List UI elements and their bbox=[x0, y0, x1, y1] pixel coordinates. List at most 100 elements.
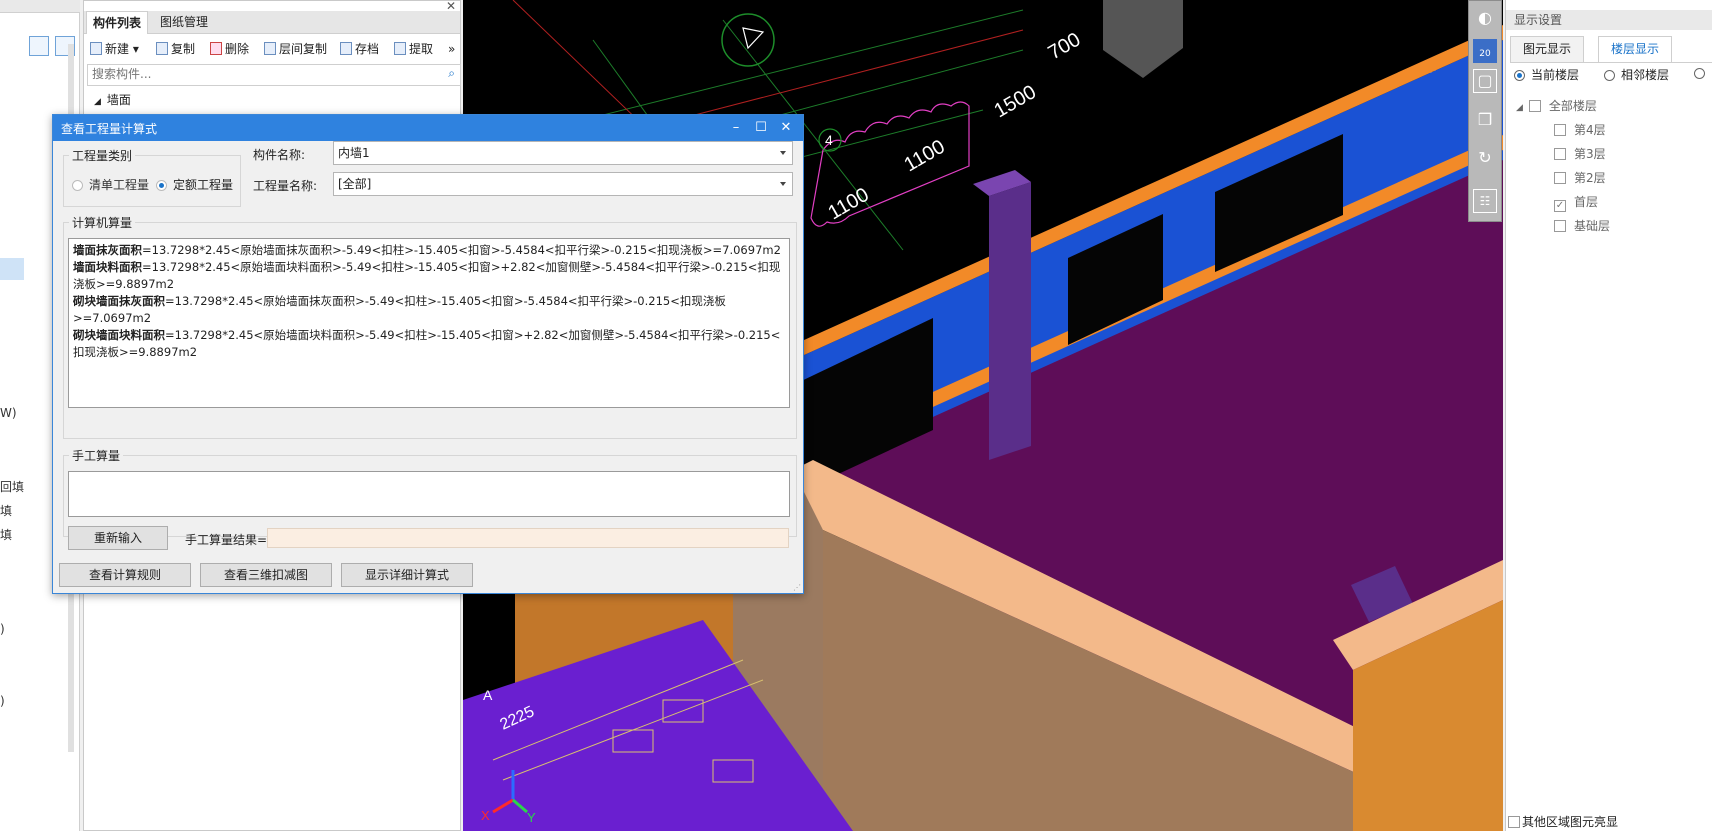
formula-expression: =13.7298*2.45<原始墙面抹灰面积>-5.49<扣柱>-15.405<… bbox=[142, 243, 781, 257]
radio-indicator bbox=[72, 180, 83, 191]
delete-label: 删除 bbox=[225, 42, 250, 56]
zoom-level-label: 20 bbox=[1479, 49, 1491, 59]
component-name-value: 内墙1 bbox=[338, 146, 370, 160]
floor-3[interactable]: 第3层 bbox=[1554, 145, 1606, 162]
zoom-level-button[interactable]: 20 bbox=[1473, 39, 1497, 63]
left-panel-header bbox=[0, 0, 80, 13]
maximize-icon[interactable]: ☐ bbox=[750, 118, 772, 138]
truncated-text: 回填 bbox=[0, 480, 25, 494]
list-view-icon[interactable] bbox=[29, 36, 49, 56]
axis-label-a: A bbox=[483, 687, 493, 703]
truncated-text: ) bbox=[0, 694, 5, 708]
dialog-titlebar[interactable]: 查看工程量计算式 – ☐ ✕ bbox=[53, 115, 803, 141]
formula-line: 墙面块料面积=13.7298*2.45<原始墙面块料面积>-5.49<扣柱>-1… bbox=[73, 259, 785, 293]
quantity-name-value: [全部] bbox=[338, 177, 372, 191]
component-name-select[interactable]: 内墙1 bbox=[333, 141, 793, 165]
radio-indicator bbox=[1604, 70, 1615, 81]
tab-drawing-management[interactable]: 图纸管理 bbox=[154, 11, 214, 33]
view-3d-deduction-button[interactable]: 查看三维扣减图 bbox=[200, 563, 332, 587]
orbit-icon[interactable]: ◐ bbox=[1473, 7, 1497, 31]
display-settings-panel: 显示设置 图元显示 楼层显示 当前楼层 相邻楼层 ◢ 全部楼层 第4层 第3层 第… bbox=[1505, 0, 1712, 831]
checkbox[interactable] bbox=[1508, 816, 1520, 828]
formula-name: 墙面抹灰面积 bbox=[73, 243, 142, 257]
floor-copy-icon bbox=[264, 42, 276, 55]
radio-quota-quantity[interactable]: 定额工程量 bbox=[156, 176, 233, 193]
tree-item-wall-surface[interactable]: 墙面 bbox=[107, 93, 131, 107]
checkbox[interactable] bbox=[1528, 100, 1541, 112]
collapse-icon[interactable]: ◢ bbox=[1516, 103, 1523, 113]
close-icon[interactable]: ✕ bbox=[775, 118, 797, 138]
collapse-icon[interactable]: ◢ bbox=[94, 97, 101, 107]
delete-button[interactable]: 删除 bbox=[210, 40, 249, 58]
quantity-name-label: 工程量名称: bbox=[253, 179, 318, 193]
view-calc-rules-button[interactable]: 查看计算规则 bbox=[59, 563, 191, 587]
radio-selected-indicator bbox=[156, 180, 167, 191]
extract-button[interactable]: 提取 bbox=[394, 40, 433, 58]
radio-more[interactable] bbox=[1694, 66, 1711, 80]
reinput-button[interactable]: 重新输入 bbox=[68, 526, 168, 550]
box-view-icon[interactable]: ▢ bbox=[1473, 69, 1497, 93]
manual-calc-input[interactable] bbox=[68, 471, 790, 517]
radio-bill-quantity-label: 清单工程量 bbox=[89, 178, 150, 192]
formula-name: 墙面块料面积 bbox=[73, 260, 142, 274]
search-input[interactable] bbox=[88, 65, 436, 83]
component-search[interactable]: ⌕ bbox=[87, 64, 461, 86]
display-settings-tabs: 图元显示 楼层显示 bbox=[1510, 36, 1712, 63]
extract-icon bbox=[394, 42, 406, 55]
formula-line: 墙面抹灰面积=13.7298*2.45<原始墙面抹灰面积>-5.49<扣柱>-1… bbox=[73, 242, 785, 259]
checkbox[interactable] bbox=[1554, 148, 1566, 160]
formula-line: 砌块墙面块料面积=13.7298*2.45<原始墙面块料面积>-5.49<扣柱>… bbox=[73, 327, 785, 361]
floor-first[interactable]: ✓ 首层 bbox=[1554, 193, 1598, 212]
radio-adjacent-floor[interactable]: 相邻楼层 bbox=[1604, 66, 1669, 83]
formula-expression: =13.7298*2.45<原始墙面块料面积>-5.49<扣柱>-15.405<… bbox=[73, 328, 781, 359]
copy-label: 复制 bbox=[171, 42, 196, 56]
checkbox[interactable] bbox=[1554, 124, 1566, 136]
search-icon[interactable]: ⌕ bbox=[448, 66, 455, 81]
minimize-icon[interactable]: – bbox=[725, 118, 747, 138]
floor-4[interactable]: 第4层 bbox=[1554, 121, 1606, 138]
chevron-down-icon bbox=[780, 182, 786, 186]
selected-row[interactable] bbox=[0, 258, 24, 280]
truncated-text: 填 bbox=[0, 528, 13, 542]
checkbox[interactable] bbox=[1554, 172, 1566, 184]
grey-block bbox=[1103, 0, 1183, 78]
new-button[interactable]: 新建 ▾ bbox=[90, 40, 139, 58]
radio-current-floor[interactable]: 当前楼层 bbox=[1514, 66, 1579, 83]
floor-all[interactable]: ◢ 全部楼层 bbox=[1516, 97, 1597, 114]
layers-icon[interactable]: ☷ bbox=[1473, 189, 1497, 213]
tab-floor-display[interactable]: 楼层显示 bbox=[1598, 36, 1673, 62]
checkbox[interactable] bbox=[1554, 220, 1566, 232]
floor-foundation[interactable]: 基础层 bbox=[1554, 217, 1610, 234]
other-area-highlight[interactable]: 其他区域图元亮显 bbox=[1508, 813, 1618, 830]
axis-y-label: Y bbox=[527, 810, 536, 825]
display-settings-title: 显示设置 bbox=[1506, 10, 1712, 30]
manual-result-field[interactable] bbox=[267, 528, 789, 548]
rotate-icon[interactable]: ↻ bbox=[1473, 147, 1497, 171]
archive-button[interactable]: 存档 bbox=[340, 40, 379, 58]
radio-quota-quantity-label: 定额工程量 bbox=[173, 178, 234, 192]
floor-2[interactable]: 第2层 bbox=[1554, 169, 1606, 186]
tab-element-display[interactable]: 图元显示 bbox=[1510, 36, 1585, 62]
quantity-name-select[interactable]: [全部] bbox=[333, 172, 793, 196]
radio-adjacent-floor-label: 相邻楼层 bbox=[1621, 68, 1670, 82]
radio-bill-quantity[interactable]: 清单工程量 bbox=[72, 176, 149, 193]
dimension-1100: 1100 bbox=[901, 136, 949, 177]
axis-marker-circle bbox=[721, 13, 775, 67]
show-detailed-formula-button[interactable]: 显示详细计算式 bbox=[341, 563, 473, 587]
truncated-text: W) bbox=[0, 406, 17, 420]
extract-label: 提取 bbox=[409, 42, 434, 56]
more-icon[interactable]: » bbox=[448, 40, 455, 58]
floor-copy-button[interactable]: 层间复制 bbox=[264, 40, 327, 58]
tab-component-list[interactable]: 构件列表 bbox=[86, 11, 149, 34]
quantity-type-group: 工程量类别 清单工程量 定额工程量 bbox=[63, 147, 241, 207]
component-panel-tabs: 构件列表 图纸管理 bbox=[84, 11, 460, 34]
computer-calc-formula-area[interactable]: 墙面抹灰面积=13.7298*2.45<原始墙面抹灰面积>-5.49<扣柱>-1… bbox=[68, 238, 790, 408]
resize-grip-icon[interactable]: ⋰ bbox=[793, 583, 801, 592]
checkbox-checked[interactable]: ✓ bbox=[1554, 200, 1566, 212]
new-icon bbox=[90, 42, 102, 55]
cube-icon[interactable]: ❒ bbox=[1473, 109, 1497, 133]
copy-button[interactable]: 复制 bbox=[156, 40, 195, 58]
component-tree: ◢ 墙面 bbox=[94, 91, 131, 108]
floor-label: 第2层 bbox=[1574, 171, 1606, 185]
dialog-title: 查看工程量计算式 bbox=[61, 122, 158, 136]
